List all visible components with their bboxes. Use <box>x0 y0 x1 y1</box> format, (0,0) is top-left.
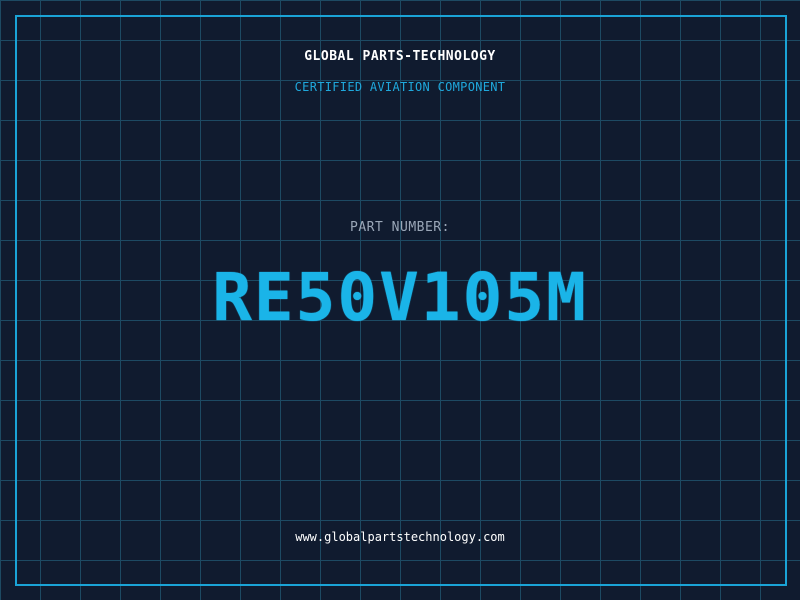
part-number-value: RE50V105M <box>212 259 588 336</box>
part-number-label: PART NUMBER: <box>350 220 450 235</box>
brand-name: GLOBAL PARTS-TECHNOLOGY <box>304 49 496 64</box>
blueprint-canvas: GLOBAL PARTS-TECHNOLOGY CERTIFIED AVIATI… <box>0 0 800 600</box>
brand-tagline: CERTIFIED AVIATION COMPONENT <box>294 80 506 94</box>
website-link[interactable]: www.globalpartstechnology.com <box>0 530 800 544</box>
